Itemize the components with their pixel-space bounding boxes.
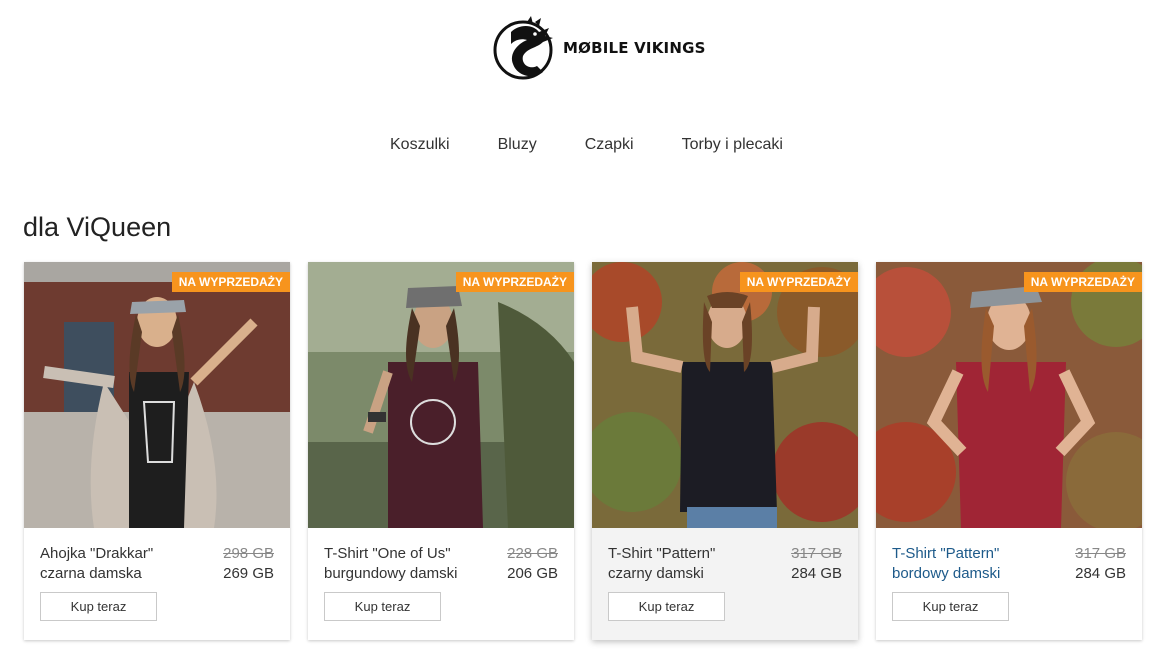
product-card[interactable]: NA WYPRZEDAŻY Ahojka "Drakkar" czarna da…: [24, 262, 290, 640]
sale-badge: NA WYPRZEDAŻY: [739, 272, 858, 292]
old-price: 317 GB: [791, 545, 842, 562]
old-price: 228 GB: [507, 545, 558, 562]
buy-now-button[interactable]: Kup teraz: [40, 592, 157, 621]
nav-item-czapki[interactable]: Czapki: [585, 136, 634, 154]
buy-now-button[interactable]: Kup teraz: [324, 592, 441, 621]
nav-item-bluzy[interactable]: Bluzy: [498, 136, 537, 154]
old-price: 298 GB: [223, 545, 274, 562]
product-name[interactable]: T-Shirt "Pattern" czarny damski: [608, 544, 715, 584]
product-price: 317 GB 284 GB: [1075, 544, 1126, 584]
product-name-line2: burgundowy damski: [324, 565, 458, 582]
product-name[interactable]: T-Shirt "Pattern" bordowy damski: [892, 544, 1000, 584]
brand-logo[interactable]: MØBILE VIKINGS: [493, 14, 706, 82]
buy-now-button[interactable]: Kup teraz: [892, 592, 1009, 621]
product-price: 317 GB 284 GB: [791, 544, 842, 584]
current-price: 206 GB: [507, 565, 558, 582]
product-name-line1: Ahojka "Drakkar": [40, 545, 154, 562]
product-card[interactable]: NA WYPRZEDAŻY T-Shirt "One of Us" burgun…: [308, 262, 574, 640]
buy-now-button[interactable]: Kup teraz: [608, 592, 725, 621]
product-photo[interactable]: NA WYPRZEDAŻY: [592, 262, 858, 528]
product-name-line2: czarna damska: [40, 565, 142, 582]
product-name-line2: czarny damski: [608, 565, 704, 582]
sale-badge: NA WYPRZEDAŻY: [171, 272, 290, 292]
product-photo[interactable]: NA WYPRZEDAŻY: [308, 262, 574, 528]
old-price: 317 GB: [1075, 545, 1126, 562]
product-photo[interactable]: NA WYPRZEDAŻY: [876, 262, 1142, 528]
product-price: 298 GB 269 GB: [223, 544, 274, 584]
product-name[interactable]: T-Shirt "One of Us" burgundowy damski: [324, 544, 457, 584]
current-price: 284 GB: [1075, 565, 1126, 582]
nav-item-torby[interactable]: Torby i plecaki: [682, 136, 783, 154]
category-nav: Koszulki Bluzy Czapki Torby i plecaki: [0, 136, 1173, 154]
brand-name: MØBILE VIKINGS: [563, 39, 706, 57]
section-title: dla ViQueen: [23, 212, 172, 242]
product-name-line2: bordowy damski: [892, 565, 1001, 582]
product-name-line1: T-Shirt "Pattern": [608, 545, 716, 562]
sale-badge: NA WYPRZEDAŻY: [1023, 272, 1142, 292]
sale-badge: NA WYPRZEDAŻY: [455, 272, 574, 292]
viking-dragon-icon: [493, 16, 553, 80]
product-photo[interactable]: NA WYPRZEDAŻY: [24, 262, 290, 528]
product-name[interactable]: Ahojka "Drakkar" czarna damska: [40, 544, 153, 584]
product-grid: NA WYPRZEDAŻY Ahojka "Drakkar" czarna da…: [24, 262, 1142, 640]
product-card[interactable]: NA WYPRZEDAŻY T-Shirt "Pattern" czarny d…: [592, 262, 858, 640]
current-price: 269 GB: [223, 565, 274, 582]
current-price: 284 GB: [791, 565, 842, 582]
product-name-line1: T-Shirt "Pattern": [892, 545, 1000, 562]
product-price: 228 GB 206 GB: [507, 544, 558, 584]
product-name-line1: T-Shirt "One of Us": [324, 545, 451, 562]
product-card[interactable]: NA WYPRZEDAŻY T-Shirt "Pattern" bordowy …: [876, 262, 1142, 640]
nav-item-koszulki[interactable]: Koszulki: [390, 136, 450, 154]
